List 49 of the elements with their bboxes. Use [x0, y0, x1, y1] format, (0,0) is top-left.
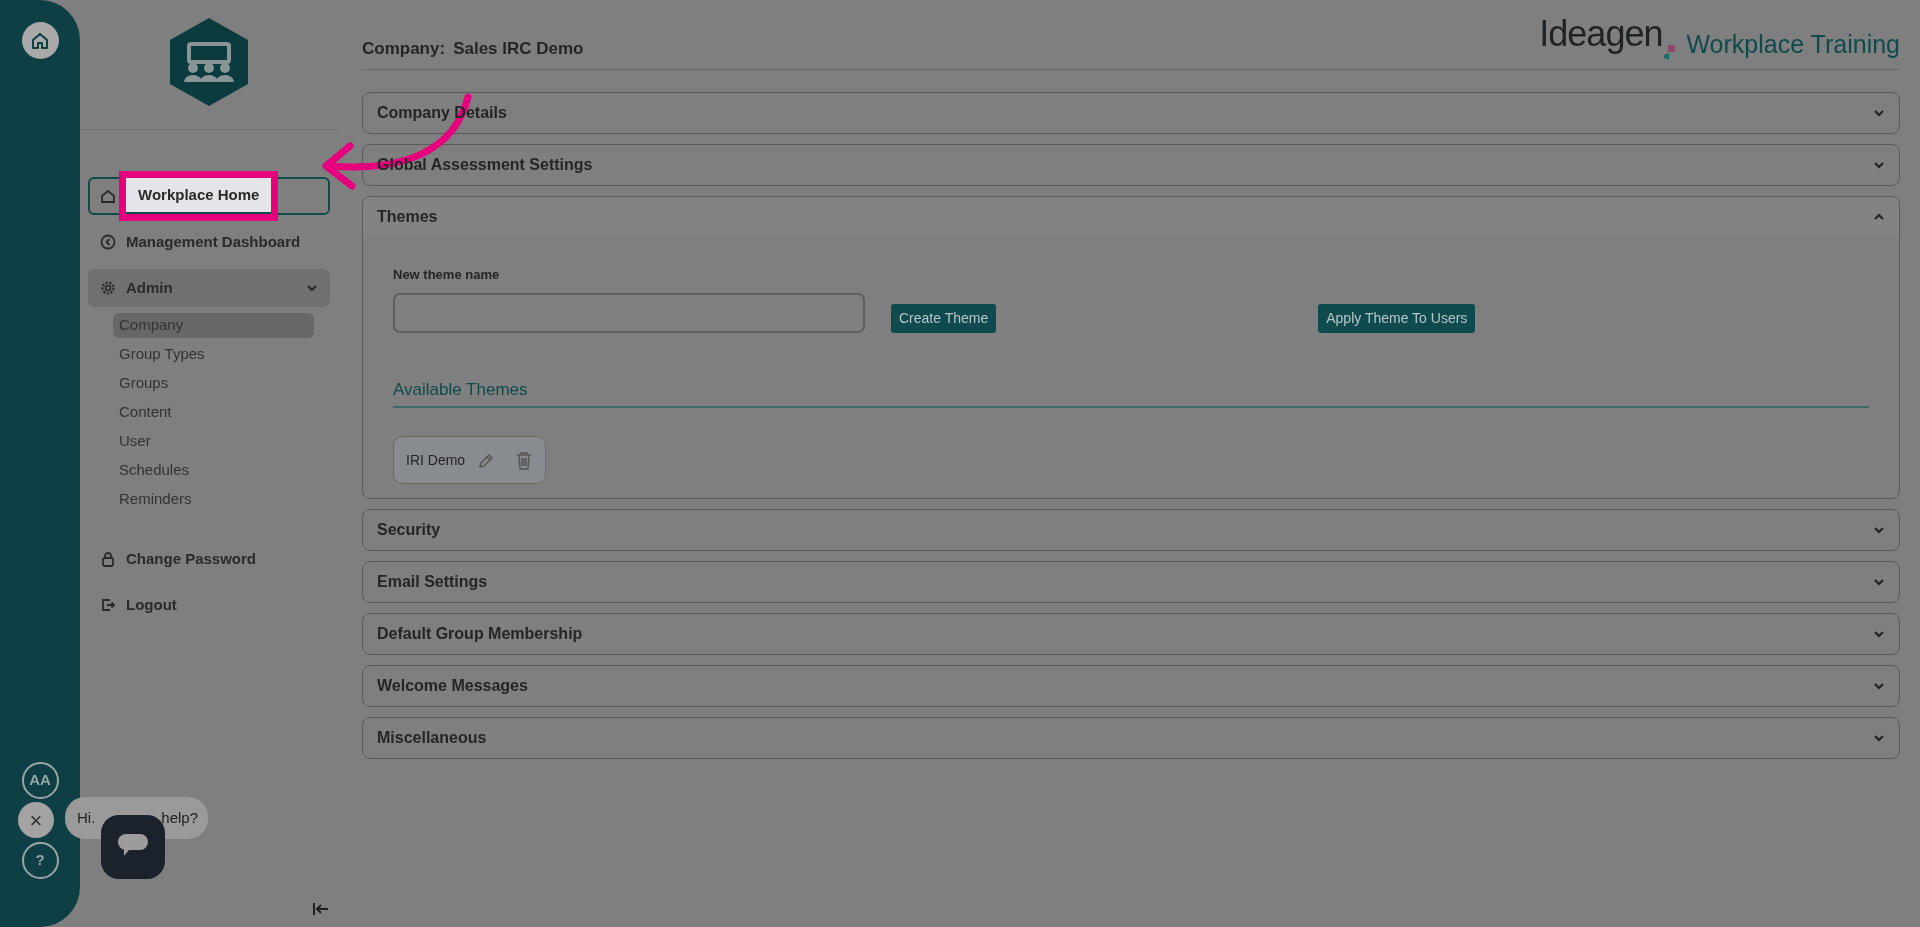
chevron-icon: [1873, 576, 1885, 588]
submenu-item[interactable]: Reminders: [113, 487, 314, 512]
nav-item[interactable]: Management Dashboard: [88, 223, 330, 261]
chevron-icon: [1873, 107, 1885, 119]
accordion-header[interactable]: Themes: [363, 197, 1899, 237]
chevron-icon: [1873, 159, 1885, 171]
logout-icon: [100, 597, 116, 613]
chevron-icon: [1873, 628, 1885, 640]
theme-name: IRI Demo: [406, 450, 466, 470]
house-icon: [100, 188, 116, 204]
logo-icon: [167, 16, 251, 108]
submenu-item[interactable]: Groups: [113, 371, 314, 396]
chevron-icon: [1873, 680, 1885, 692]
collapse-icon: [312, 901, 330, 916]
submenu-item[interactable]: Schedules: [113, 458, 314, 483]
home-icon: [30, 30, 50, 51]
brand-name: Ideagen: [1539, 12, 1663, 56]
nav-item[interactable]: Logout: [88, 586, 330, 624]
chevron-icon: [306, 282, 318, 294]
chevron-icon: [1873, 732, 1885, 744]
trash-icon: [515, 450, 534, 471]
submenu-item[interactable]: User: [113, 429, 314, 454]
product-name: Workplace Training: [1686, 28, 1900, 60]
section-heading: Available Themes: [393, 376, 1869, 408]
accordion-header[interactable]: Welcome Messages: [363, 666, 1899, 706]
font-size-button[interactable]: AA: [21, 762, 59, 799]
bubble-text: Hi.: [77, 807, 96, 828]
company-name: Sales IRC Demo: [453, 37, 584, 60]
gear-icon: [100, 280, 116, 296]
home-button[interactable]: [21, 22, 59, 59]
nav-item[interactable]: Change Password: [88, 540, 330, 578]
accordion-header[interactable]: Miscellaneous: [363, 718, 1899, 758]
pencil-icon: [477, 451, 496, 470]
bubble-text: help?: [161, 807, 199, 828]
accordion-header[interactable]: Default Group Membership: [363, 614, 1899, 654]
accordion-header[interactable]: Email Settings: [363, 562, 1899, 602]
accordion-header[interactable]: Security: [363, 510, 1899, 550]
theme-name-field[interactable]: [393, 292, 865, 333]
back-circle-icon: [100, 234, 116, 250]
create-theme-button[interactable]: Create Theme: [891, 303, 997, 333]
help-button[interactable]: ?: [21, 842, 59, 879]
chevron-icon: [1873, 524, 1885, 536]
lock-icon: [100, 551, 116, 567]
submenu-item[interactable]: Group Types: [113, 342, 314, 367]
apply-theme-button[interactable]: Apply Theme To Users: [1318, 303, 1476, 333]
field-label: New theme name: [393, 266, 501, 284]
submenu-item[interactable]: Content: [113, 400, 314, 425]
company-label: Company:: [362, 37, 446, 60]
nav-item[interactable]: Admin: [88, 269, 330, 307]
